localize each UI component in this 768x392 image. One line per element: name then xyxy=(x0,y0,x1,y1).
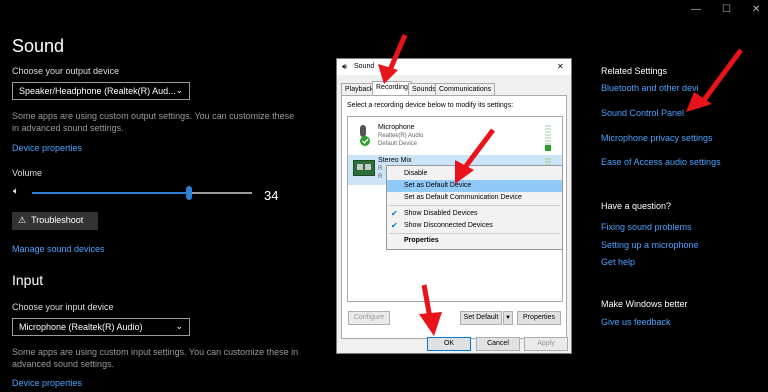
arrow-to-ok-button xyxy=(419,284,442,336)
arrow-to-sound-control-panel xyxy=(686,48,744,112)
arrow-to-context-menu xyxy=(455,128,495,184)
annotation-arrows xyxy=(378,34,744,336)
arrow-to-recording-tab xyxy=(378,34,408,84)
